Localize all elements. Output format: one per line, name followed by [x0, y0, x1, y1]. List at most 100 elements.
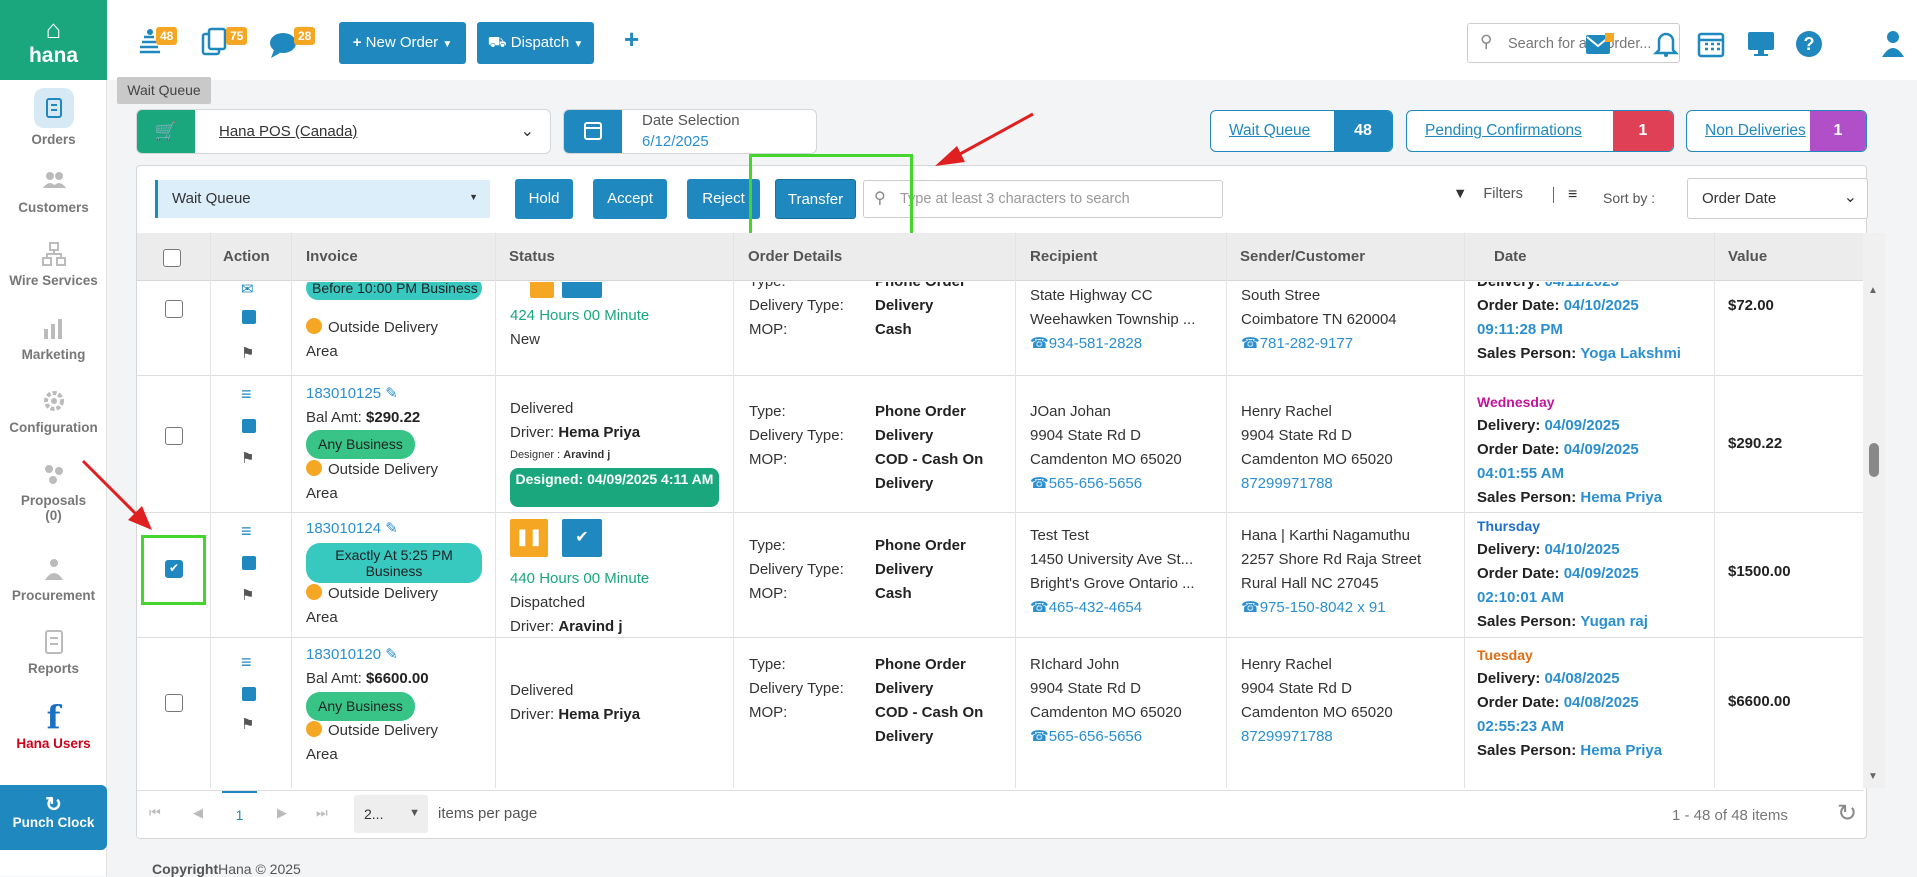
search-icon: ⚲ [1480, 32, 1493, 51]
row-checkbox[interactable] [165, 427, 183, 445]
page-size-select[interactable]: 2... ▼ [354, 795, 428, 833]
marketing-icon [43, 319, 62, 339]
invoice-link[interactable]: 183010124 [306, 520, 381, 537]
sidebar-item-customers[interactable]: Customers [0, 168, 107, 215]
wait-queue-badge: 48 [156, 27, 178, 45]
flag-icon[interactable]: ⚑ [241, 344, 259, 362]
phone-icon: ☎ [1030, 475, 1049, 492]
invoice-link[interactable]: 183010120 [306, 646, 381, 663]
pause-button[interactable]: ❚❚ [510, 519, 548, 557]
menu-icon[interactable]: ≡ [241, 522, 259, 542]
accept-button[interactable]: Accept [593, 179, 667, 219]
customers-icon [42, 172, 66, 188]
top-bar: 48 75 28 + New Order ▼ ⛟ Dispatch ▼ + ⚲ S… [108, 0, 1917, 80]
user-icon[interactable] [1882, 29, 1904, 59]
business-pill: Exactly At 5:25 PM Business [306, 543, 482, 583]
column-date: Date [1494, 248, 1527, 265]
help-icon[interactable]: ? [1796, 31, 1822, 57]
annotation-arrow-transfer [935, 112, 1034, 166]
hold-action-button[interactable] [530, 282, 554, 298]
row-checkbox[interactable] [165, 694, 183, 712]
phone-icon: ☎ [1030, 728, 1049, 745]
calendar-icon[interactable] [1696, 29, 1726, 59]
edit-icon[interactable]: ✎ [385, 646, 398, 663]
current-page[interactable]: 1 [222, 791, 257, 837]
sidebar-item-configuration[interactable]: Configuration [0, 388, 107, 435]
sidebar-item-reports[interactable]: Reports [0, 629, 107, 676]
next-page-icon[interactable]: ▶ [277, 805, 287, 821]
queue-select[interactable]: Wait Queue ▼ [155, 180, 490, 218]
hana-logo[interactable]: ⌂ hana [0, 0, 107, 80]
accept-check-button[interactable]: ✔ [562, 519, 602, 557]
sort-select[interactable]: Order Date ⌄ [1687, 178, 1868, 219]
table-row[interactable]: ≡ ⚑ 183010125 ✎ Bal Amt: $290.22 Any Bus… [137, 377, 1863, 513]
non-deliveries-summary[interactable]: Non Deliveries 1 [1686, 110, 1867, 152]
prev-page-icon[interactable]: ◀ [193, 805, 203, 821]
sidebar-item-marketing[interactable]: Marketing [0, 315, 107, 362]
flag-icon[interactable]: ⚑ [241, 586, 259, 604]
note-icon[interactable] [242, 310, 256, 324]
store-select[interactable]: 🛒 Hana POS (Canada) ⌄ [136, 109, 551, 154]
refresh-icon[interactable]: ↻ [1837, 799, 1857, 828]
accept-action-button[interactable] [562, 282, 602, 298]
scroll-up-icon[interactable]: ▲ [1868, 285, 1878, 296]
order-search-input[interactable]: ⚲ Type at least 3 characters to search [863, 180, 1223, 218]
phone-icon: ☎ [1241, 335, 1260, 352]
punch-clock-button[interactable]: ↻ Punch Clock [0, 785, 107, 850]
table-scrollbar[interactable]: ▲ ▼ [1863, 233, 1885, 788]
mail-icon[interactable] [1585, 30, 1615, 60]
add-tab-icon[interactable]: + [624, 26, 639, 52]
flag-icon[interactable]: ⚑ [241, 449, 259, 467]
invoice-link[interactable]: 183010125 [306, 385, 381, 402]
column-sender: Sender/Customer [1240, 248, 1366, 265]
first-page-icon[interactable]: ⏮ [149, 805, 161, 821]
edit-icon[interactable]: ✎ [385, 385, 398, 402]
phone-icon: ☎ [1030, 335, 1049, 352]
gear-icon [43, 391, 64, 411]
table-row[interactable]: ≡ ⚑ 183010120 ✎ Bal Amt: $6600.00 Any Bu… [137, 639, 1863, 789]
menu-icon[interactable]: ≡ [241, 385, 259, 405]
orders-icon [45, 98, 62, 118]
footer: CopyrightHana © 2025 [152, 861, 301, 877]
truck-icon: ⛟ [487, 34, 507, 51]
global-search-input[interactable]: ⚲ Search for any order... [1467, 23, 1680, 63]
sidebar-item-wire-services[interactable]: Wire Services [0, 241, 107, 288]
calendar-icon [564, 110, 622, 153]
table-header [137, 233, 1863, 281]
edit-icon[interactable]: ✎ [385, 520, 398, 537]
note-icon[interactable] [242, 556, 256, 570]
column-status: Status [509, 248, 555, 265]
proposals-icon [44, 465, 63, 484]
note-icon[interactable] [242, 687, 256, 701]
scroll-thumb[interactable] [1869, 443, 1879, 477]
last-page-icon[interactable]: ⏭ [316, 805, 328, 821]
dispatch-button[interactable]: ⛟ Dispatch ▼ [477, 22, 594, 64]
pending-confirmations-summary[interactable]: Pending Confirmations 1 [1406, 110, 1674, 152]
wait-queue-summary[interactable]: Wait Queue 48 [1210, 110, 1393, 152]
menu-icon[interactable]: ≡ [241, 653, 259, 673]
filters-button[interactable]: ▼ Filters [1453, 186, 1523, 202]
sidebar-item-procurement[interactable]: Procurement [0, 556, 107, 603]
scroll-down-icon[interactable]: ▼ [1868, 771, 1878, 782]
caret-down-icon: ▼ [573, 39, 584, 50]
row-checkbox[interactable] [165, 300, 183, 318]
bell-icon[interactable] [1651, 28, 1681, 58]
chat-badge: 28 [294, 27, 316, 45]
mail-icon[interactable]: ✉ [241, 282, 259, 298]
note-icon[interactable] [242, 419, 256, 433]
select-all-checkbox[interactable] [163, 249, 181, 267]
flag-icon[interactable]: ⚑ [241, 715, 259, 733]
sidebar-item-hana-users[interactable]: f Hana Users [0, 700, 107, 751]
monitor-icon[interactable] [1746, 29, 1776, 59]
date-selection[interactable]: Date Selection 6/12/2025 [563, 109, 817, 154]
wire-services-icon [41, 242, 66, 266]
new-order-button[interactable]: + New Order ▼ [339, 22, 466, 64]
home-icon: ⌂ [45, 14, 62, 44]
facebook-icon: f [46, 698, 61, 736]
hold-button[interactable]: Hold [515, 179, 573, 219]
sidebar-item-orders[interactable]: Orders [0, 88, 107, 147]
table-row[interactable]: ✔ ≡ ⚑ 183010124 ✎ Exactly At 5:25 PM Bus… [137, 514, 1863, 638]
caret-down-icon: ▼ [409, 807, 420, 819]
table-row[interactable]: ✉ ⚑ Before 10:00 PM Business Outside Del… [137, 282, 1863, 376]
weekday-label: Tuesday [1477, 647, 1533, 663]
